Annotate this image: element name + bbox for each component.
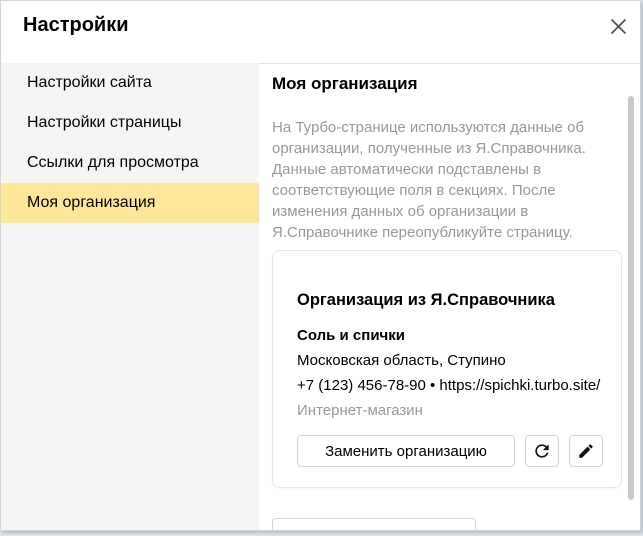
dialog-header: Настройки [1,1,640,63]
sidebar-item-page-settings[interactable]: Настройки страницы [1,103,259,143]
sidebar-item-site-settings[interactable]: Настройки сайта [1,63,259,103]
org-description: На Турбо-странице используются данные об… [272,117,617,243]
organization-card-heading: Организация из Я.Справочника [297,291,603,310]
dialog-title: Настройки [23,14,129,37]
sidebar: Настройки сайта Настройки страницы Ссылк… [1,63,259,531]
close-button[interactable] [603,11,633,41]
organization-address: Московская область, Ступино [297,348,603,373]
replace-organization-button[interactable]: Заменить организацию [297,435,515,467]
vertical-scrollbar-thumb[interactable] [628,96,634,500]
pencil-icon [577,442,595,460]
sidebar-item-label: Настройки сайта [27,74,152,92]
sidebar-item-label: Моя организация [27,194,155,212]
organization-card: Организация из Я.Справочника Соль и спич… [272,250,622,488]
organization-category: Интернет-магазин [297,398,603,423]
close-icon [608,16,629,37]
settings-dialog: Настройки Настройки сайта Настройки стра… [0,0,641,531]
sidebar-item-label: Ссылки для просмотра [27,154,199,172]
content-panel: Моя организация На Турбо-странице исполь… [259,63,641,531]
organization-name: Соль и спички [297,323,603,348]
unlink-organization-button[interactable]: Отвязать организацию [272,518,476,531]
sidebar-item-preview-links[interactable]: Ссылки для просмотра [1,143,259,183]
org-description-line: изменения данных об организации в [272,201,617,222]
section-heading: Моя организация [272,74,622,94]
sidebar-item-label: Настройки страницы [27,114,181,132]
edit-organization-button[interactable] [569,435,603,467]
organization-contacts: +7 (123) 456-78-90 • https://spichki.tur… [297,373,603,398]
org-description-line: организации, полученные из Я.Справочника… [272,138,617,159]
org-description-line: На Турбо-странице используются данные об [272,117,617,138]
refresh-organization-button[interactable] [525,435,559,467]
org-description-line: соответствующие поля в секциях. После [272,180,617,201]
org-description-line: Я.Справочнике переопубликуйте страницу. [272,222,617,243]
refresh-icon [532,441,552,461]
sidebar-item-my-organization[interactable]: Моя организация [1,183,259,223]
org-description-line: Данные автоматически подставлены в [272,159,617,180]
dialog-body: Настройки сайта Настройки страницы Ссылк… [1,63,640,531]
card-actions: Заменить организацию [297,435,603,467]
